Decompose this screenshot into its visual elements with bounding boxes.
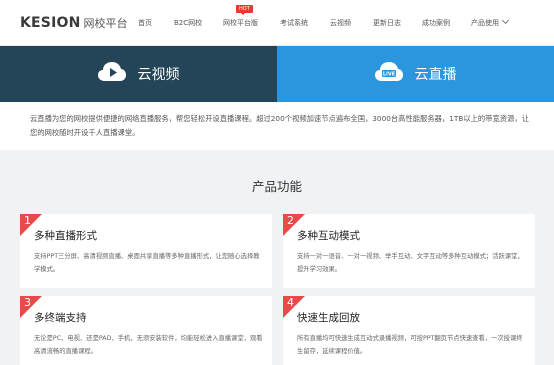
features-title: 产品功能 [251, 179, 302, 194]
nav-item-cases[interactable]: 成功案例 [422, 18, 450, 28]
nav-item-b2c[interactable]: B2C网校 [174, 18, 202, 28]
nav-item-product-usage[interactable]: 产品使用 [471, 16, 510, 28]
feature-title: 多终端支持 [34, 312, 87, 324]
top-navbar: KESION 网校平台 首页 B2C网校 网校平台版 考试系统 云视频 更新日志… [0, 0, 554, 46]
feature-card-4: 4 快速生成回放 所有直播均可快速生成互动式录播视频，可按PPT翻页节点快速查看… [283, 296, 535, 365]
play-cloud-icon [97, 62, 126, 86]
feature-number: 1 [24, 214, 31, 227]
nav-item-product-usage-label: 产品使用 [471, 19, 499, 27]
feature-number: 3 [24, 296, 31, 309]
feature-desc: 支持PPT三分屏、高清视频直播、桌面共享直播等多种直播形式，让您随心选择教学模式… [34, 253, 260, 273]
nav-item-exam[interactable]: 考试系统 [280, 18, 308, 28]
feature-number: 4 [287, 296, 294, 309]
feature-desc: 支持一对一语音、一对一视频、举手互动、文字互动等多种互动模式；活跃课堂，提升学习… [297, 253, 524, 273]
tab-cloud-live[interactable]: LIVE 云直播 [277, 46, 554, 102]
tab-cloud-live-label: 云直播 [414, 67, 457, 83]
feature-title: 多种直播形式 [34, 230, 97, 242]
feature-card-3: 3 多终端支持 无论是PC、电视、还是PAD、手机，无须安装软件，均能轻松进入直… [20, 296, 272, 365]
chevron-down-icon [501, 16, 510, 25]
nav-item-cloud-video[interactable]: 云视频 [330, 18, 351, 28]
intro-text: 云直播为您的网校提供便捷的网络直播服务，帮您轻松开设直播课程。超过200个视频加… [30, 114, 530, 137]
nav-item-home[interactable]: 首页 [138, 18, 152, 28]
feature-title: 快速生成回放 [297, 312, 360, 324]
feature-card-1: 1 多种直播形式 支持PPT三分屏、高清视频直播、桌面共享直播等多种直播形式，让… [20, 214, 272, 288]
feature-title: 多种互动模式 [297, 230, 360, 242]
hot-badge: HOT [236, 5, 253, 15]
main-nav: 首页 B2C网校 网校平台版 考试系统 云视频 更新日志 成功案例 产品使用 H… [0, 0, 554, 46]
feature-card-2: 2 多种互动模式 支持一对一语音、一对一视频、举手互动、文字互动等多种互动模式；… [283, 214, 535, 288]
live-icon-text: LIVE [382, 72, 395, 78]
tab-cloud-video[interactable]: 云视频 [0, 46, 277, 102]
nav-item-changelog[interactable]: 更新日志 [373, 18, 401, 28]
live-cloud-icon: LIVE [374, 62, 403, 86]
service-tabs: 云视频 LIVE 云直播 [0, 46, 554, 102]
nav-item-platform[interactable]: 网校平台版 [223, 18, 258, 28]
feature-desc: 无论是PC、电视、还是PAD、手机，无须安装软件，均能轻松进入直播课堂，观看高清… [34, 335, 263, 355]
feature-number: 2 [287, 214, 294, 227]
tab-cloud-video-label: 云视频 [137, 67, 180, 83]
feature-desc: 所有直播均可快速生成互动式录播视频，可按PPT翻页节点快速查看，一次授课终生留存… [297, 335, 523, 355]
